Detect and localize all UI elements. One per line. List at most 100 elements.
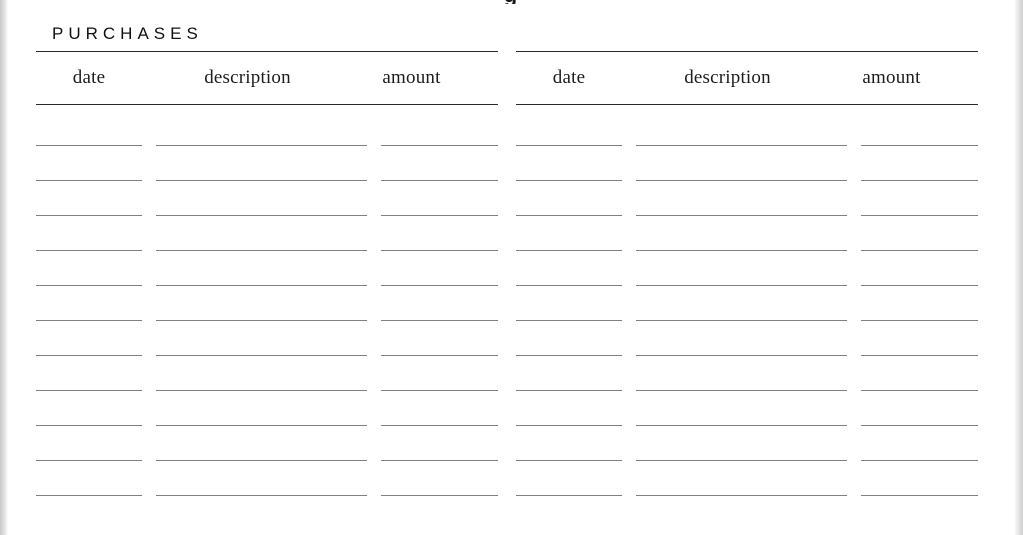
blank-entry-description[interactable] — [636, 180, 847, 181]
blank-entry-date[interactable] — [36, 495, 142, 496]
blank-entry-date[interactable] — [36, 320, 142, 321]
blank-entry-description[interactable] — [636, 145, 847, 146]
blank-entry-date[interactable] — [516, 145, 622, 146]
table-row[interactable] — [516, 356, 978, 391]
blank-entry-date[interactable] — [516, 215, 622, 216]
blank-entry-date[interactable] — [36, 215, 142, 216]
blank-entry-description[interactable] — [156, 145, 367, 146]
blank-entry-date[interactable] — [516, 180, 622, 181]
blank-entry-description[interactable] — [636, 285, 847, 286]
blank-entry-date[interactable] — [36, 145, 142, 146]
column-header-description: description — [204, 67, 291, 88]
blank-entry-description[interactable] — [156, 390, 367, 391]
table-row[interactable] — [36, 146, 498, 181]
blank-entry-amount[interactable] — [861, 250, 978, 251]
blank-entry-description[interactable] — [636, 320, 847, 321]
blank-entry-description[interactable] — [156, 215, 367, 216]
blank-entry-date[interactable] — [36, 250, 142, 251]
blank-entry-description[interactable] — [156, 320, 367, 321]
blank-rows-left — [36, 105, 498, 496]
blank-entry-amount[interactable] — [381, 355, 498, 356]
blank-rows-right — [516, 105, 978, 496]
column-header-amount: amount — [382, 67, 441, 88]
blank-entry-date[interactable] — [36, 390, 142, 391]
table-row[interactable] — [516, 321, 978, 356]
blank-entry-amount[interactable] — [381, 285, 498, 286]
blank-entry-amount[interactable] — [861, 495, 978, 496]
table-row[interactable] — [516, 461, 978, 496]
table-row[interactable] — [516, 216, 978, 251]
blank-entry-date[interactable] — [516, 495, 622, 496]
column-header-row-left: date description amount — [36, 52, 498, 104]
blank-entry-amount[interactable] — [381, 460, 498, 461]
blank-entry-amount[interactable] — [861, 285, 978, 286]
blank-entry-description[interactable] — [156, 425, 367, 426]
blank-entry-date[interactable] — [36, 460, 142, 461]
blank-entry-date[interactable] — [36, 425, 142, 426]
blank-entry-date[interactable] — [516, 425, 622, 426]
table-row[interactable] — [36, 321, 498, 356]
table-row[interactable] — [36, 111, 498, 146]
table-row[interactable] — [516, 426, 978, 461]
blank-entry-amount[interactable] — [381, 180, 498, 181]
blank-entry-amount[interactable] — [381, 145, 498, 146]
ledger-tables-container: date description amount date description… — [36, 51, 986, 496]
blank-entry-description[interactable] — [636, 390, 847, 391]
blank-entry-date[interactable] — [36, 285, 142, 286]
clipped-heading-fragment: g — [0, 0, 1023, 4]
blank-entry-amount[interactable] — [381, 495, 498, 496]
table-row[interactable] — [516, 391, 978, 426]
blank-entry-description[interactable] — [156, 355, 367, 356]
blank-entry-description[interactable] — [636, 495, 847, 496]
page-edge-left — [0, 0, 8, 535]
blank-entry-description[interactable] — [156, 460, 367, 461]
blank-entry-date[interactable] — [516, 390, 622, 391]
blank-entry-date[interactable] — [36, 180, 142, 181]
table-row[interactable] — [36, 426, 498, 461]
blank-entry-amount[interactable] — [861, 425, 978, 426]
blank-entry-description[interactable] — [156, 180, 367, 181]
table-row[interactable] — [516, 146, 978, 181]
table-row[interactable] — [516, 181, 978, 216]
blank-entry-description[interactable] — [636, 425, 847, 426]
blank-entry-date[interactable] — [516, 460, 622, 461]
page-edge-right — [1014, 0, 1023, 535]
blank-entry-description[interactable] — [636, 215, 847, 216]
blank-entry-amount[interactable] — [381, 215, 498, 216]
blank-entry-description[interactable] — [156, 495, 367, 496]
blank-entry-date[interactable] — [516, 355, 622, 356]
purchases-ledger-right: date description amount — [516, 51, 978, 496]
table-row[interactable] — [36, 251, 498, 286]
blank-entry-date[interactable] — [516, 285, 622, 286]
blank-entry-amount[interactable] — [861, 390, 978, 391]
blank-entry-amount[interactable] — [381, 320, 498, 321]
blank-entry-date[interactable] — [36, 355, 142, 356]
table-row[interactable] — [36, 461, 498, 496]
table-row[interactable] — [36, 286, 498, 321]
blank-entry-date[interactable] — [516, 320, 622, 321]
table-row[interactable] — [516, 111, 978, 146]
blank-entry-amount[interactable] — [861, 355, 978, 356]
blank-entry-date[interactable] — [516, 250, 622, 251]
blank-entry-amount[interactable] — [861, 180, 978, 181]
blank-entry-amount[interactable] — [381, 425, 498, 426]
blank-entry-amount[interactable] — [381, 250, 498, 251]
table-row[interactable] — [36, 391, 498, 426]
blank-entry-amount[interactable] — [861, 215, 978, 216]
blank-entry-amount[interactable] — [861, 145, 978, 146]
blank-entry-amount[interactable] — [381, 390, 498, 391]
table-row[interactable] — [36, 216, 498, 251]
column-header-amount: amount — [862, 67, 921, 88]
blank-entry-description[interactable] — [156, 250, 367, 251]
table-row[interactable] — [516, 251, 978, 286]
table-row[interactable] — [36, 356, 498, 391]
table-row[interactable] — [36, 181, 498, 216]
blank-entry-description[interactable] — [636, 250, 847, 251]
blank-entry-description[interactable] — [636, 355, 847, 356]
blank-entry-amount[interactable] — [861, 320, 978, 321]
blank-entry-description[interactable] — [636, 460, 847, 461]
blank-entry-amount[interactable] — [861, 460, 978, 461]
table-row[interactable] — [516, 286, 978, 321]
blank-entry-description[interactable] — [156, 285, 367, 286]
page-title: PURCHASES — [52, 24, 203, 43]
